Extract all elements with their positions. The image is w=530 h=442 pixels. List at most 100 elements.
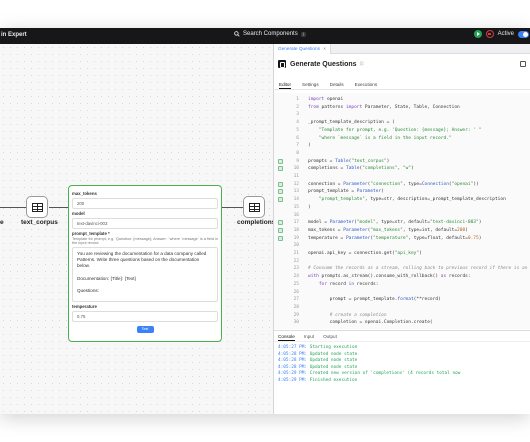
line-number: 16 <box>293 212 299 218</box>
code-line[interactable]: 17 model = Parameter("model", type=str, d… <box>274 219 530 226</box>
panel-title: Generate Questions <box>290 60 357 68</box>
generate-questions-node[interactable]: max_tokens 200 model text-davinci-003 pr… <box>68 185 222 342</box>
temperature-input[interactable]: 0.75 <box>72 311 218 322</box>
log-message: Starting execution <box>309 345 358 350</box>
code-line[interactable]: 15) <box>274 204 530 211</box>
prompt-template-description: Template for prompt, e.g. 'Question: {me… <box>72 237 219 245</box>
top-bar: in Expert Search Components / Active <box>0 28 530 44</box>
tab-output[interactable]: Output <box>323 331 337 341</box>
console-tabs: Console Input Output <box>274 331 530 342</box>
search-components[interactable]: Search Components / <box>234 31 306 37</box>
tab-console[interactable]: Console <box>278 331 295 341</box>
code-line[interactable]: 3 <box>274 111 530 118</box>
code-line[interactable]: 6 "where `message` is a field in the inp… <box>274 135 530 142</box>
code-line[interactable]: 1 import openai <box>274 96 530 103</box>
file-tab-bar: Generate Questions × <box>274 44 530 54</box>
line-number: 13 <box>293 189 299 195</box>
graph-canvas[interactable]: e text_corpus max_tokens 200 model text-… <box>0 44 275 414</box>
parameter-marker-icon <box>278 197 283 203</box>
tab-input[interactable]: Input <box>304 331 314 341</box>
prompt-template-input[interactable]: You are reviewing the documentation for … <box>72 247 218 302</box>
code-text: for record in records: <box>318 281 379 287</box>
text-corpus-label: text_corpus <box>21 219 58 226</box>
table-icon <box>248 202 260 212</box>
code-line[interactable]: 30 completion = openai.Completion.create… <box>274 319 530 326</box>
code-line[interactable]: 11 <box>274 173 530 180</box>
parameter-marker-icon <box>278 189 283 195</box>
code-text: model = Parameter("model", type=str, def… <box>308 220 482 226</box>
code-line[interactable]: 2 from patterns import Parameter, State, … <box>274 104 530 111</box>
code-line[interactable]: 16 <box>274 212 530 219</box>
code-line[interactable]: 18 max_tokens = Parameter("max_tokens", t… <box>274 227 530 234</box>
max-tokens-input[interactable]: 200 <box>72 198 218 209</box>
code-text: # create a completion <box>329 312 387 318</box>
parameter-marker-icon <box>278 181 283 187</box>
tab-details[interactable]: Details <box>330 80 344 89</box>
code-text: _prompt_template_description = ( <box>308 120 395 126</box>
line-number: 2 <box>296 104 299 110</box>
code-line[interactable]: 13 prompt_template = Parameter( <box>274 188 530 195</box>
prompt-line: Patterns. Write three questions based on… <box>77 257 200 269</box>
edge-fn-to-target <box>222 207 243 208</box>
tab-settings[interactable]: Settings <box>302 80 319 89</box>
panel-header: Generate Questions ⊡ <box>278 57 526 71</box>
line-number: 5 <box>296 127 299 133</box>
code-line[interactable]: 23 # Consume the records as a stream, rol… <box>274 265 530 272</box>
file-tab-label: Generate Questions <box>278 46 320 51</box>
code-line[interactable]: 10 completions = Table("completions", "w"… <box>274 165 530 172</box>
code-text: prompts = Table("text_corpus") <box>308 158 390 164</box>
line-number: 1 <box>296 97 299 102</box>
stop-icon[interactable] <box>485 30 494 38</box>
code-line[interactable]: 25 for record in records: <box>274 281 530 288</box>
code-text: temperature = Parameter("temperature", t… <box>308 235 482 241</box>
status-label: Active <box>497 31 514 37</box>
code-line[interactable]: 20 <box>274 242 530 249</box>
code-line[interactable]: 24 with prompts.as_stream().consume_with_… <box>274 273 530 280</box>
run-icon[interactable] <box>473 30 482 38</box>
code-line[interactable]: 19 temperature = Parameter("temperature",… <box>274 235 530 242</box>
line-number: 21 <box>293 251 299 256</box>
code-text: # Consume the records as a stream, rolli… <box>308 266 528 272</box>
model-input[interactable]: text-davinci-003 <box>72 218 218 229</box>
code-line[interactable]: 28 <box>274 304 530 311</box>
text-corpus-node[interactable] <box>26 196 48 218</box>
active-toggle[interactable] <box>518 30 529 38</box>
code-line[interactable]: 4 _prompt_template_description = ( <box>274 119 530 126</box>
code-line[interactable]: 8 <box>274 150 530 157</box>
line-number: 10 <box>293 166 299 172</box>
code-line[interactable]: 26 <box>274 289 530 296</box>
close-icon[interactable]: × <box>323 46 326 51</box>
log-message: Updated node state <box>309 364 358 370</box>
log-time: 4:05:28 PM: <box>278 364 310 370</box>
code-editor[interactable]: 1 import openai 2 from patterns import Para… <box>274 93 530 329</box>
stage: in Expert Search Components / Active e t… <box>0 0 530 442</box>
file-tab-generate-questions[interactable]: Generate Questions × <box>274 44 332 54</box>
code-line[interactable]: 29 # create a completion <box>274 312 530 319</box>
editor-panel: Generate Questions × Generate Questions … <box>273 44 530 414</box>
search-shortcut: / <box>300 31 306 37</box>
line-number: 30 <box>293 320 299 326</box>
app-window: in Expert Search Components / Active e t… <box>0 28 530 414</box>
code-line[interactable]: 5 "Template for prompt, e.g. 'Question: … <box>274 127 530 134</box>
code-line[interactable]: 7) <box>274 142 530 149</box>
code-line[interactable]: 22 <box>274 258 530 265</box>
search-icon <box>234 31 240 37</box>
search-label: Search Components <box>243 31 298 37</box>
code-line[interactable]: 12 connection = Parameter("connection", t… <box>274 181 530 188</box>
log-entry: 4:05:29 PM: Finished execution <box>278 378 526 385</box>
line-number: 9 <box>296 158 299 164</box>
code-line[interactable]: 14 "prompt_template", type=str, descript… <box>274 196 530 203</box>
copy-icon[interactable] <box>520 61 526 67</box>
parameter-marker-icon <box>278 235 283 241</box>
tab-editor[interactable]: Editor <box>279 80 292 89</box>
line-number: 25 <box>293 281 299 287</box>
code-line[interactable]: 9 prompts = Table("text_corpus") <box>274 158 530 165</box>
code-text: completion = openai.Completion.create( <box>308 320 433 326</box>
test-button[interactable]: Test <box>136 326 154 333</box>
console-log: 4:05:27 PM: Starting execution 4:05:28 PM… <box>274 342 530 387</box>
log-message: Updated node state <box>309 351 358 357</box>
code-line[interactable]: 27 prompt = prompt_template.format(**rec… <box>274 296 530 303</box>
completions-node[interactable] <box>243 196 265 218</box>
code-line[interactable]: 21 openai.api_key = connection.get("api_k… <box>274 250 530 257</box>
tab-executions[interactable]: Executions <box>355 80 377 89</box>
